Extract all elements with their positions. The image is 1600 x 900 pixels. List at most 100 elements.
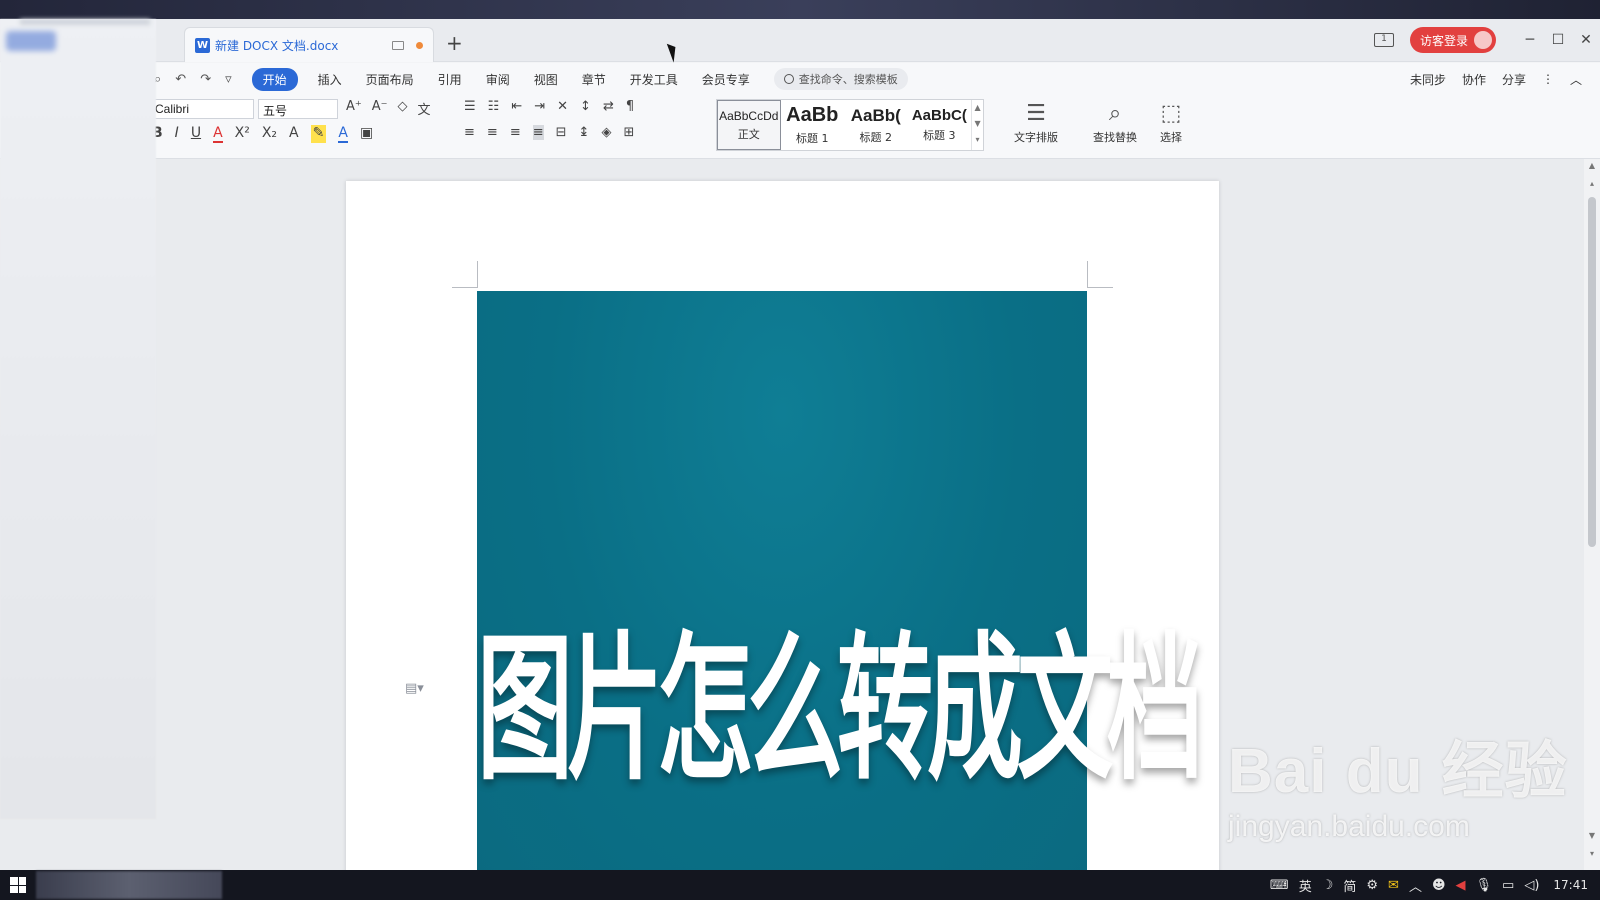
superscript-icon[interactable]: X² [235, 125, 250, 143]
scroll-prev-page-icon[interactable]: ▴ [1584, 179, 1600, 188]
tab-title: 新建 DOCX 文档.docx [215, 38, 339, 53]
shading-icon[interactable]: ◈ [601, 125, 611, 140]
minimize-button[interactable]: ─ [1516, 32, 1544, 48]
style-heading-3[interactable]: AaBbC( 标题 3 [908, 100, 972, 150]
collaborate-button[interactable]: 协作 [1462, 71, 1486, 88]
italic-icon[interactable]: I [175, 125, 179, 143]
scroll-down-icon[interactable]: ▼ [1584, 831, 1600, 840]
style-preview: AaBb [786, 104, 839, 126]
text-layout-button[interactable]: ☰ 文字排版 [1001, 99, 1071, 145]
sync-status-button[interactable]: 未同步 [1410, 71, 1446, 88]
justify-icon[interactable]: ≡ [532, 125, 544, 140]
style-gallery: AaBbCcDd 正文 AaBb 标题 1 AaBb( 标题 2 AaBbC( … [716, 99, 984, 151]
style-heading-2[interactable]: AaBb( 标题 2 [844, 100, 908, 150]
guest-login-button[interactable]: 访客登录 [1409, 27, 1496, 53]
char-border-icon[interactable]: ▣ [360, 125, 373, 143]
font-color-icon[interactable]: A [338, 125, 348, 143]
qq-icon[interactable]: ☻ [1432, 878, 1446, 893]
select-button[interactable]: ⬚ 选择 [1136, 99, 1206, 145]
windows-taskbar: ⌨ 英 ☽ 简 ⚙ ✉ ︿ ☻ ◀ 🎙 ▭ ◁) 17:41 [0, 870, 1600, 900]
select-icon: ⬚ [1160, 101, 1182, 126]
command-search[interactable]: 查找命令、搜索模板 [773, 68, 908, 90]
blurred-taskbar-app[interactable] [36, 871, 222, 899]
settings-icon[interactable]: ⚙ [1366, 878, 1378, 893]
underline-icon[interactable]: U [191, 125, 201, 143]
distribute-icon[interactable]: ⊟ [556, 125, 567, 140]
mail-icon[interactable]: ✉ [1388, 878, 1399, 893]
style-heading-1[interactable]: AaBb 标题 1 [781, 100, 845, 150]
redo-icon[interactable]: ↷ [200, 72, 211, 87]
inserted-image[interactable]: 图片怎么转成文档 [477, 291, 1203, 870]
volume-icon[interactable]: ◁) [1524, 878, 1539, 893]
highlight-icon[interactable]: ✎ [310, 125, 327, 143]
align-right-icon[interactable]: ≡ [510, 125, 521, 140]
ime-script[interactable]: 简 [1343, 876, 1356, 895]
network-icon[interactable]: ▭ [1502, 878, 1514, 893]
ime-language[interactable]: 英 [1299, 876, 1312, 895]
document-tab[interactable]: W 新建 DOCX 文档.docx [184, 27, 434, 62]
chinese-layout-icon[interactable]: ✕ [557, 99, 568, 114]
title-bar: W 新建 DOCX 文档.docx + 1 访客登录 ─ ☐ ✕ [0, 19, 1600, 62]
keyboard-icon[interactable]: ⌨ [1270, 878, 1289, 893]
collapse-ribbon-icon[interactable]: ︿ [1570, 71, 1582, 88]
tab-view[interactable]: 视图 [534, 71, 558, 88]
font-size-select[interactable]: 五号 [258, 99, 338, 119]
new-tab-button[interactable]: + [446, 33, 463, 53]
clock[interactable]: 17:41 [1553, 878, 1588, 892]
share-button[interactable]: 分享 [1502, 71, 1526, 88]
text-direction-icon[interactable]: ⇄ [603, 99, 614, 114]
grow-font-icon[interactable]: A⁺ [346, 99, 362, 118]
align-left-icon[interactable]: ≡ [464, 125, 475, 140]
style-gallery-scroll[interactable]: ▲ ▼ ▾ [971, 100, 983, 150]
tab-page-layout[interactable]: 页面布局 [366, 71, 414, 88]
text-effect-icon[interactable]: A [289, 125, 299, 143]
numbered-list-icon[interactable]: ☷ [488, 99, 500, 114]
vertical-scrollbar[interactable]: ▲ ▴ ▼ ▾ [1584, 159, 1600, 870]
tab-developer[interactable]: 开发工具 [630, 71, 678, 88]
document-page[interactable]: ▤▾ 图片怎么转成文档 [346, 181, 1219, 870]
scrollbar-thumb[interactable] [1588, 197, 1596, 547]
tab-section[interactable]: 章节 [582, 71, 606, 88]
increase-indent-icon[interactable]: ⇥ [534, 99, 545, 114]
clear-format-icon[interactable]: ◇ [398, 99, 408, 118]
style-normal[interactable]: AaBbCcDd 正文 [717, 100, 781, 150]
tab-member[interactable]: 会员专享 [702, 71, 750, 88]
start-button[interactable] [0, 877, 36, 893]
paragraph-options-icon[interactable]: ▤▾ [405, 681, 424, 696]
tab-references[interactable]: 引用 [438, 71, 462, 88]
line-spacing-icon[interactable]: ↨ [579, 125, 590, 140]
show-marks-icon[interactable]: ¶ [626, 99, 634, 114]
tab-home[interactable]: 开始 [251, 67, 298, 91]
maximize-button[interactable]: ☐ [1544, 32, 1572, 48]
bullet-list-icon[interactable]: ☰ [464, 99, 476, 114]
command-search-placeholder: 查找命令、搜索模板 [798, 73, 898, 86]
monitor-icon[interactable] [392, 40, 404, 50]
align-center-icon[interactable]: ≡ [487, 125, 498, 140]
tab-review[interactable]: 审阅 [486, 71, 510, 88]
scroll-next-page-icon[interactable]: ▾ [1584, 849, 1600, 858]
borders-icon[interactable]: ⊞ [623, 125, 634, 140]
word-doc-icon: W [195, 37, 210, 53]
tray-expand-icon[interactable]: ︿ [1409, 876, 1422, 895]
desktop-background [0, 0, 1600, 19]
decrease-indent-icon[interactable]: ⇤ [511, 99, 522, 114]
phonetic-icon[interactable]: 文 [418, 99, 431, 118]
watermark-brand: Bai du 经验 [1228, 737, 1568, 806]
menu-tabs: 开始 插入 页面布局 引用 审阅 视图 章节 开发工具 会员专享 [251, 67, 774, 91]
customize-dropdown-icon[interactable]: ▿ [225, 72, 232, 87]
scroll-up-icon[interactable]: ▲ [1584, 161, 1600, 170]
screen-mode-icon[interactable]: 1 [1373, 33, 1394, 47]
microphone-icon[interactable]: 🎙 [1476, 878, 1493, 893]
font-name-select[interactable]: Calibri [150, 99, 254, 119]
sort-icon[interactable]: ↕ [580, 99, 591, 114]
speaker-alert-icon[interactable]: ◀ [1456, 878, 1466, 893]
shrink-font-icon[interactable]: A⁻ [372, 99, 388, 118]
tab-insert[interactable]: 插入 [318, 71, 342, 88]
more-options-icon[interactable]: ⋮ [1542, 72, 1554, 86]
close-button[interactable]: ✕ [1572, 32, 1600, 48]
undo-icon[interactable]: ↶ [175, 72, 186, 87]
subscript-icon[interactable]: X₂ [262, 125, 277, 143]
moon-icon[interactable]: ☽ [1322, 878, 1334, 893]
strikethrough-icon[interactable]: A [213, 125, 223, 143]
menu-right-actions: 未同步 协作 分享 ⋮ ︿ [1394, 63, 1582, 95]
